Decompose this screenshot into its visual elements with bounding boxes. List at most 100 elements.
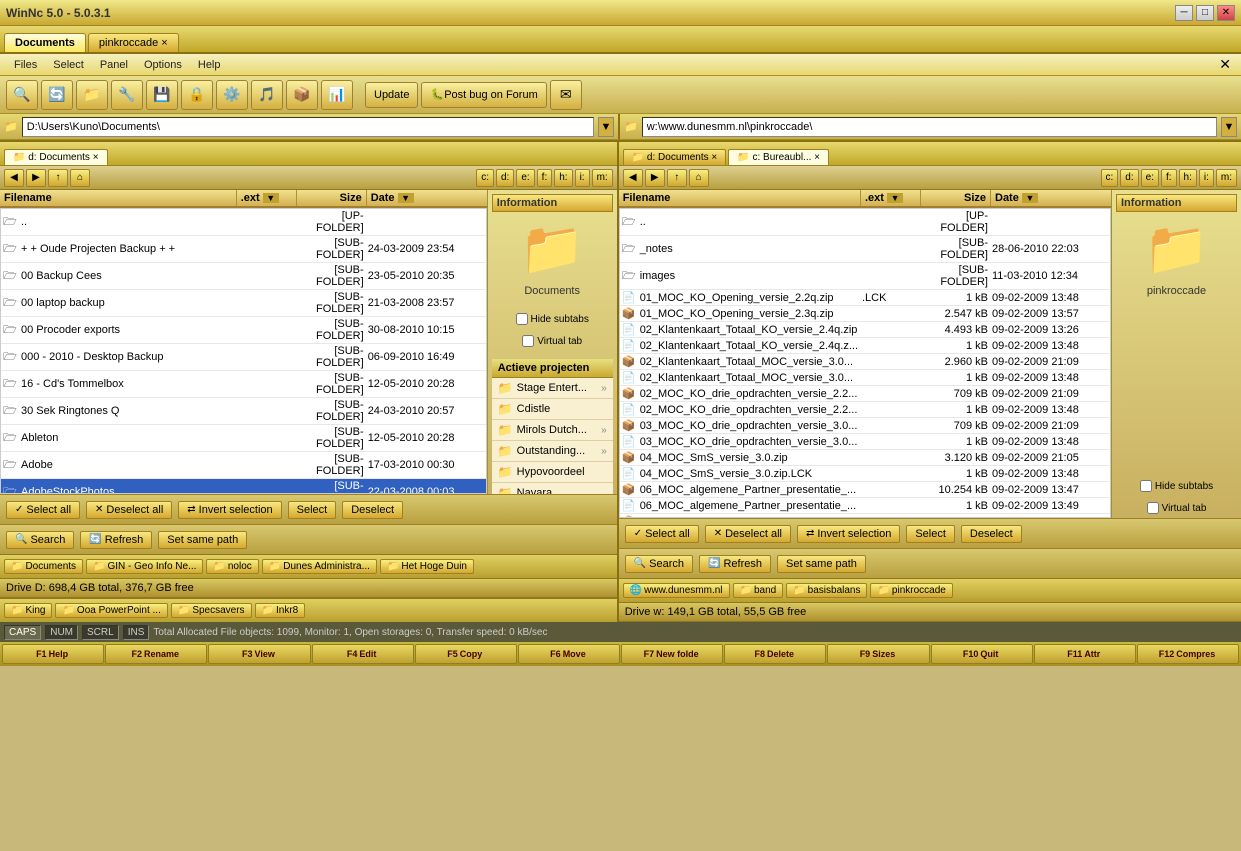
- toolbar-gear-button[interactable]: ⚙️: [216, 80, 248, 110]
- toolbar-refresh-button[interactable]: 🔄: [41, 80, 73, 110]
- toolbar-update-button[interactable]: Update: [365, 82, 418, 108]
- right-bookmark-item[interactable]: 📁band: [733, 583, 784, 598]
- toolbar-music-button[interactable]: 🎵: [251, 80, 283, 110]
- toolbar-email-button[interactable]: ✉: [550, 80, 582, 110]
- left-hide-subtabs-checkbox[interactable]: Hide subtabs: [516, 313, 589, 325]
- right-bookmark-item[interactable]: 🌐www.dunesmm.nl: [623, 583, 730, 598]
- left-file-row[interactable]: 🗁 00 Backup Cees [SUB-FOLDER] 23-05-2010…: [1, 263, 486, 290]
- right-file-row[interactable]: 📄 01_MOC_KO_Opening_versie_2.2q.zip .LCK…: [620, 290, 1110, 306]
- right-nav-home[interactable]: ⌂: [689, 169, 709, 187]
- right-file-row[interactable]: 📄 02_Klantenkaart_Totaal_KO_versie_2.4q.…: [620, 322, 1110, 338]
- left-nav-home[interactable]: ⌂: [70, 169, 90, 187]
- right-file-row[interactable]: 📄 03_MOC_KO_drie_opdrachten_versie_3.0..…: [620, 434, 1110, 450]
- left-file-row[interactable]: 🗁 30 Sek Ringtones Q [SUB-FOLDER] 24-03-…: [1, 398, 486, 425]
- fkey-f11[interactable]: F11Attr: [1034, 644, 1136, 664]
- left-deselect-button[interactable]: Deselect: [342, 501, 403, 519]
- left-tab-documents[interactable]: 📁 d: Documents ×: [4, 149, 108, 165]
- right-file-row[interactable]: 📄 04_MOC_SmS_versie_3.0.zip.LCK 1 kB 09-…: [620, 466, 1110, 482]
- left-search-button[interactable]: 🔍 Search: [6, 531, 74, 549]
- right-nav-back[interactable]: ◀: [623, 169, 643, 187]
- fkey-f1[interactable]: F1Help: [2, 644, 104, 664]
- left-file-row[interactable]: 🗁 000 - 2010 - Desktop Backup [SUB-FOLDE…: [1, 344, 486, 371]
- right-file-row[interactable]: 📦 02_Klantenkaart_Totaal_MOC_versie_3.0.…: [620, 354, 1110, 370]
- left-bookmark2-item[interactable]: 📁Ooa PowerPoint ...: [55, 603, 167, 618]
- ap-list-item[interactable]: 📁 Outstanding... »: [492, 441, 613, 462]
- fkey-f5[interactable]: F5Copy: [415, 644, 517, 664]
- left-setpath-button[interactable]: Set same path: [158, 531, 247, 549]
- left-nav-back[interactable]: ◀: [4, 169, 24, 187]
- left-select-all-button[interactable]: ✓ Select all: [6, 501, 80, 519]
- menu-panel[interactable]: Panel: [92, 57, 136, 73]
- left-file-row[interactable]: 🗁 00 laptop backup [SUB-FOLDER] 21-03-20…: [1, 290, 486, 317]
- left-addr-input[interactable]: [22, 117, 594, 137]
- ap-list-item[interactable]: 📁 Cdistle: [492, 399, 613, 420]
- right-invert-button[interactable]: ⇄ Invert selection: [797, 525, 900, 543]
- left-virtual-tab-input[interactable]: [522, 335, 534, 347]
- right-drive-h[interactable]: h:: [1179, 169, 1197, 187]
- right-drive-m[interactable]: m:: [1216, 169, 1237, 187]
- right-tab-documents[interactable]: 📁 d: Documents ×: [623, 149, 727, 165]
- left-bookmark-item[interactable]: 📁Dunes Administra...: [262, 559, 377, 574]
- left-drive-e[interactable]: e:: [516, 169, 534, 187]
- left-nav-forward[interactable]: ▶: [26, 169, 46, 187]
- left-file-row[interactable]: 🗁 AdobeStockPhotos [SUB-FOLDER] 22-03-20…: [1, 479, 486, 494]
- right-nav-up[interactable]: ↑: [667, 169, 687, 187]
- left-bookmark-item[interactable]: 📁GIN - Geo Info Ne...: [86, 559, 203, 574]
- menu-help[interactable]: Help: [190, 57, 229, 73]
- right-drive-d[interactable]: d:: [1120, 169, 1138, 187]
- right-search-button[interactable]: 🔍 Search: [625, 555, 693, 573]
- right-header-size[interactable]: Size: [921, 190, 991, 206]
- right-nav-forward[interactable]: ▶: [645, 169, 665, 187]
- toolbar-search-button[interactable]: 🔍: [6, 80, 38, 110]
- menu-close-icon[interactable]: ✕: [1215, 56, 1235, 73]
- right-hide-subtabs-checkbox[interactable]: Hide subtabs: [1140, 480, 1213, 492]
- left-drive-h[interactable]: h:: [554, 169, 572, 187]
- right-file-row[interactable]: 🗁 .. [UP-FOLDER]: [620, 209, 1110, 236]
- right-drive-f[interactable]: f:: [1161, 169, 1177, 187]
- fkey-f3[interactable]: F3View: [208, 644, 310, 664]
- fkey-f2[interactable]: F2Rename: [105, 644, 207, 664]
- left-virtual-tab-checkbox[interactable]: Virtual tab: [522, 335, 582, 347]
- left-deselect-all-button[interactable]: ✕ Deselect all: [86, 501, 172, 519]
- right-drive-e[interactable]: e:: [1141, 169, 1159, 187]
- right-bookmark-item[interactable]: 📁basisbalans: [786, 583, 867, 598]
- right-sort-ext[interactable]: ▼: [887, 193, 903, 203]
- left-drive-i[interactable]: i:: [575, 169, 590, 187]
- right-tab-bureaublad[interactable]: 📁 c: Bureaubl... ×: [728, 149, 829, 165]
- right-addr-dropdown[interactable]: ▼: [1221, 117, 1237, 137]
- left-invert-button[interactable]: ⇄ Invert selection: [178, 501, 281, 519]
- menu-select[interactable]: Select: [45, 57, 92, 73]
- right-file-row[interactable]: 📄 02_Klantenkaart_Totaal_MOC_versie_3.0.…: [620, 370, 1110, 386]
- right-deselect-all-button[interactable]: ✕ Deselect all: [705, 525, 791, 543]
- left-nav-up[interactable]: ↑: [48, 169, 68, 187]
- fkey-f10[interactable]: F10Quit: [931, 644, 1033, 664]
- toolbar-settings-button[interactable]: 🔧: [111, 80, 143, 110]
- tab-pinkroccade[interactable]: pinkroccade ×: [88, 33, 179, 52]
- toolbar-folder-button[interactable]: 📁: [76, 80, 108, 110]
- left-drive-m[interactable]: m:: [592, 169, 613, 187]
- left-header-filename[interactable]: Filename: [0, 190, 237, 206]
- maximize-button[interactable]: □: [1196, 5, 1214, 21]
- left-bookmark2-item[interactable]: 📁Specsavers: [171, 603, 252, 618]
- toolbar-arrow-button[interactable]: 📊: [321, 80, 353, 110]
- left-bookmark-item[interactable]: 📁noloc: [206, 559, 258, 574]
- minimize-button[interactable]: ─: [1175, 5, 1193, 21]
- ap-list-item[interactable]: 📁 Hypovoordeel: [492, 462, 613, 483]
- close-button[interactable]: ✕: [1217, 5, 1235, 21]
- left-bookmark2-item[interactable]: 📁King: [4, 603, 52, 618]
- right-hide-subtabs-input[interactable]: [1140, 480, 1152, 492]
- right-file-row[interactable]: 📄 02_MOC_KO_drie_opdrachten_versie_2.2..…: [620, 402, 1110, 418]
- right-refresh-button[interactable]: 🔄 Refresh: [699, 555, 771, 573]
- right-drive-i[interactable]: i:: [1199, 169, 1214, 187]
- right-file-row[interactable]: 📦 04_MOC_SmS_versie_3.0.zip 3.120 kB 09-…: [620, 450, 1110, 466]
- right-header-filename[interactable]: Filename: [619, 190, 861, 206]
- toolbar-save-button[interactable]: 💾: [146, 80, 178, 110]
- ap-list-item[interactable]: 📁 Stage Entert... »: [492, 378, 613, 399]
- fkey-f6[interactable]: F6Move: [518, 644, 620, 664]
- right-file-list[interactable]: 🗁 .. [UP-FOLDER] 🗁 _notes [SUB-FOLDER] 2…: [619, 208, 1111, 518]
- left-drive-d[interactable]: d:: [496, 169, 514, 187]
- right-setpath-button[interactable]: Set same path: [777, 555, 866, 573]
- right-select-button[interactable]: Select: [906, 525, 955, 543]
- left-file-row[interactable]: 🗁 .. [UP-FOLDER]: [1, 209, 486, 236]
- ap-list-item[interactable]: 📁 Mirols Dutch... »: [492, 420, 613, 441]
